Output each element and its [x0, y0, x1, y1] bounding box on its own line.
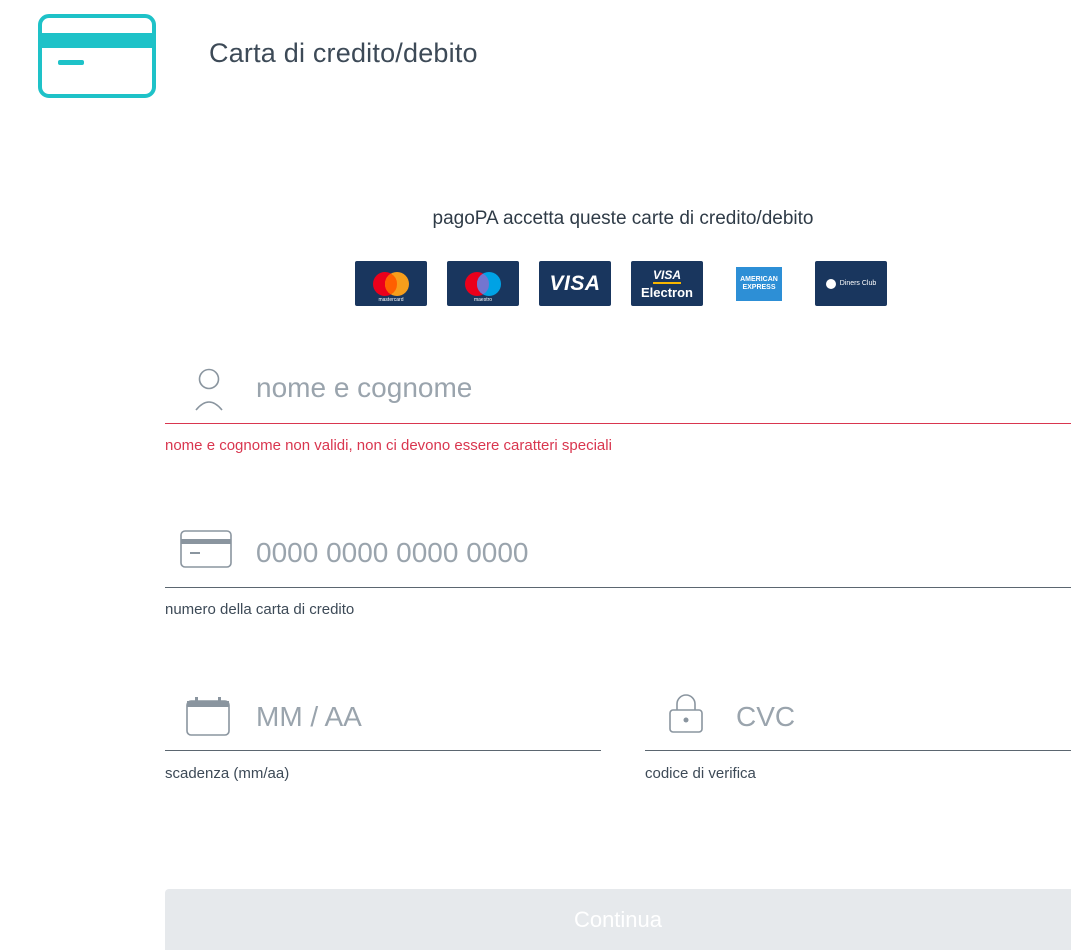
visa-label: VISA	[549, 271, 601, 295]
maestro-label: maestro	[473, 297, 493, 303]
expiry-underline	[165, 750, 601, 751]
mastercard-logo: mastercard	[355, 261, 427, 306]
expiry-help: scadenza (mm/aa)	[165, 765, 290, 782]
visa-logo: VISA	[539, 261, 611, 306]
calendar-icon	[186, 697, 230, 736]
name-underline	[165, 423, 1071, 424]
credit-card-icon	[38, 14, 156, 98]
diners-club-logo: Diners Club	[815, 261, 887, 306]
card-number-help: numero della carta di credito	[165, 601, 355, 618]
accepted-cards-text: pagoPA accetta queste carte di credito/d…	[432, 208, 814, 229]
visa-electron-logo: VISA Electron	[631, 261, 703, 306]
maestro-icon	[465, 271, 501, 296]
expiry-input[interactable]: MM / AA	[256, 701, 362, 733]
diners-icon	[825, 278, 836, 289]
mastercard-icon	[373, 271, 409, 296]
card-number-input[interactable]: 0000 0000 0000 0000	[256, 537, 529, 569]
page-title: Carta di credito/debito	[209, 38, 478, 68]
continue-button[interactable]: Continua	[165, 889, 1071, 950]
diners-label: Diners Club	[839, 280, 877, 287]
user-icon	[195, 368, 223, 411]
accepted-cards-list: mastercard maestro VISA VISA Electron AM…	[355, 261, 887, 306]
lock-icon	[669, 694, 703, 733]
maestro-logo: maestro	[447, 261, 519, 306]
cvc-underline	[645, 750, 1071, 751]
mastercard-label: mastercard	[378, 297, 404, 303]
credit-card-icon	[180, 530, 232, 568]
cvc-input[interactable]: CVC	[736, 701, 795, 733]
card-number-underline	[165, 587, 1071, 588]
cvc-help: codice di verifica	[645, 765, 756, 782]
name-input[interactable]: nome e cognome	[256, 372, 472, 404]
name-error-message: nome e cognome non validi, non ci devono…	[165, 437, 612, 454]
amex-logo: AMERICAN EXPRESS	[723, 261, 795, 306]
